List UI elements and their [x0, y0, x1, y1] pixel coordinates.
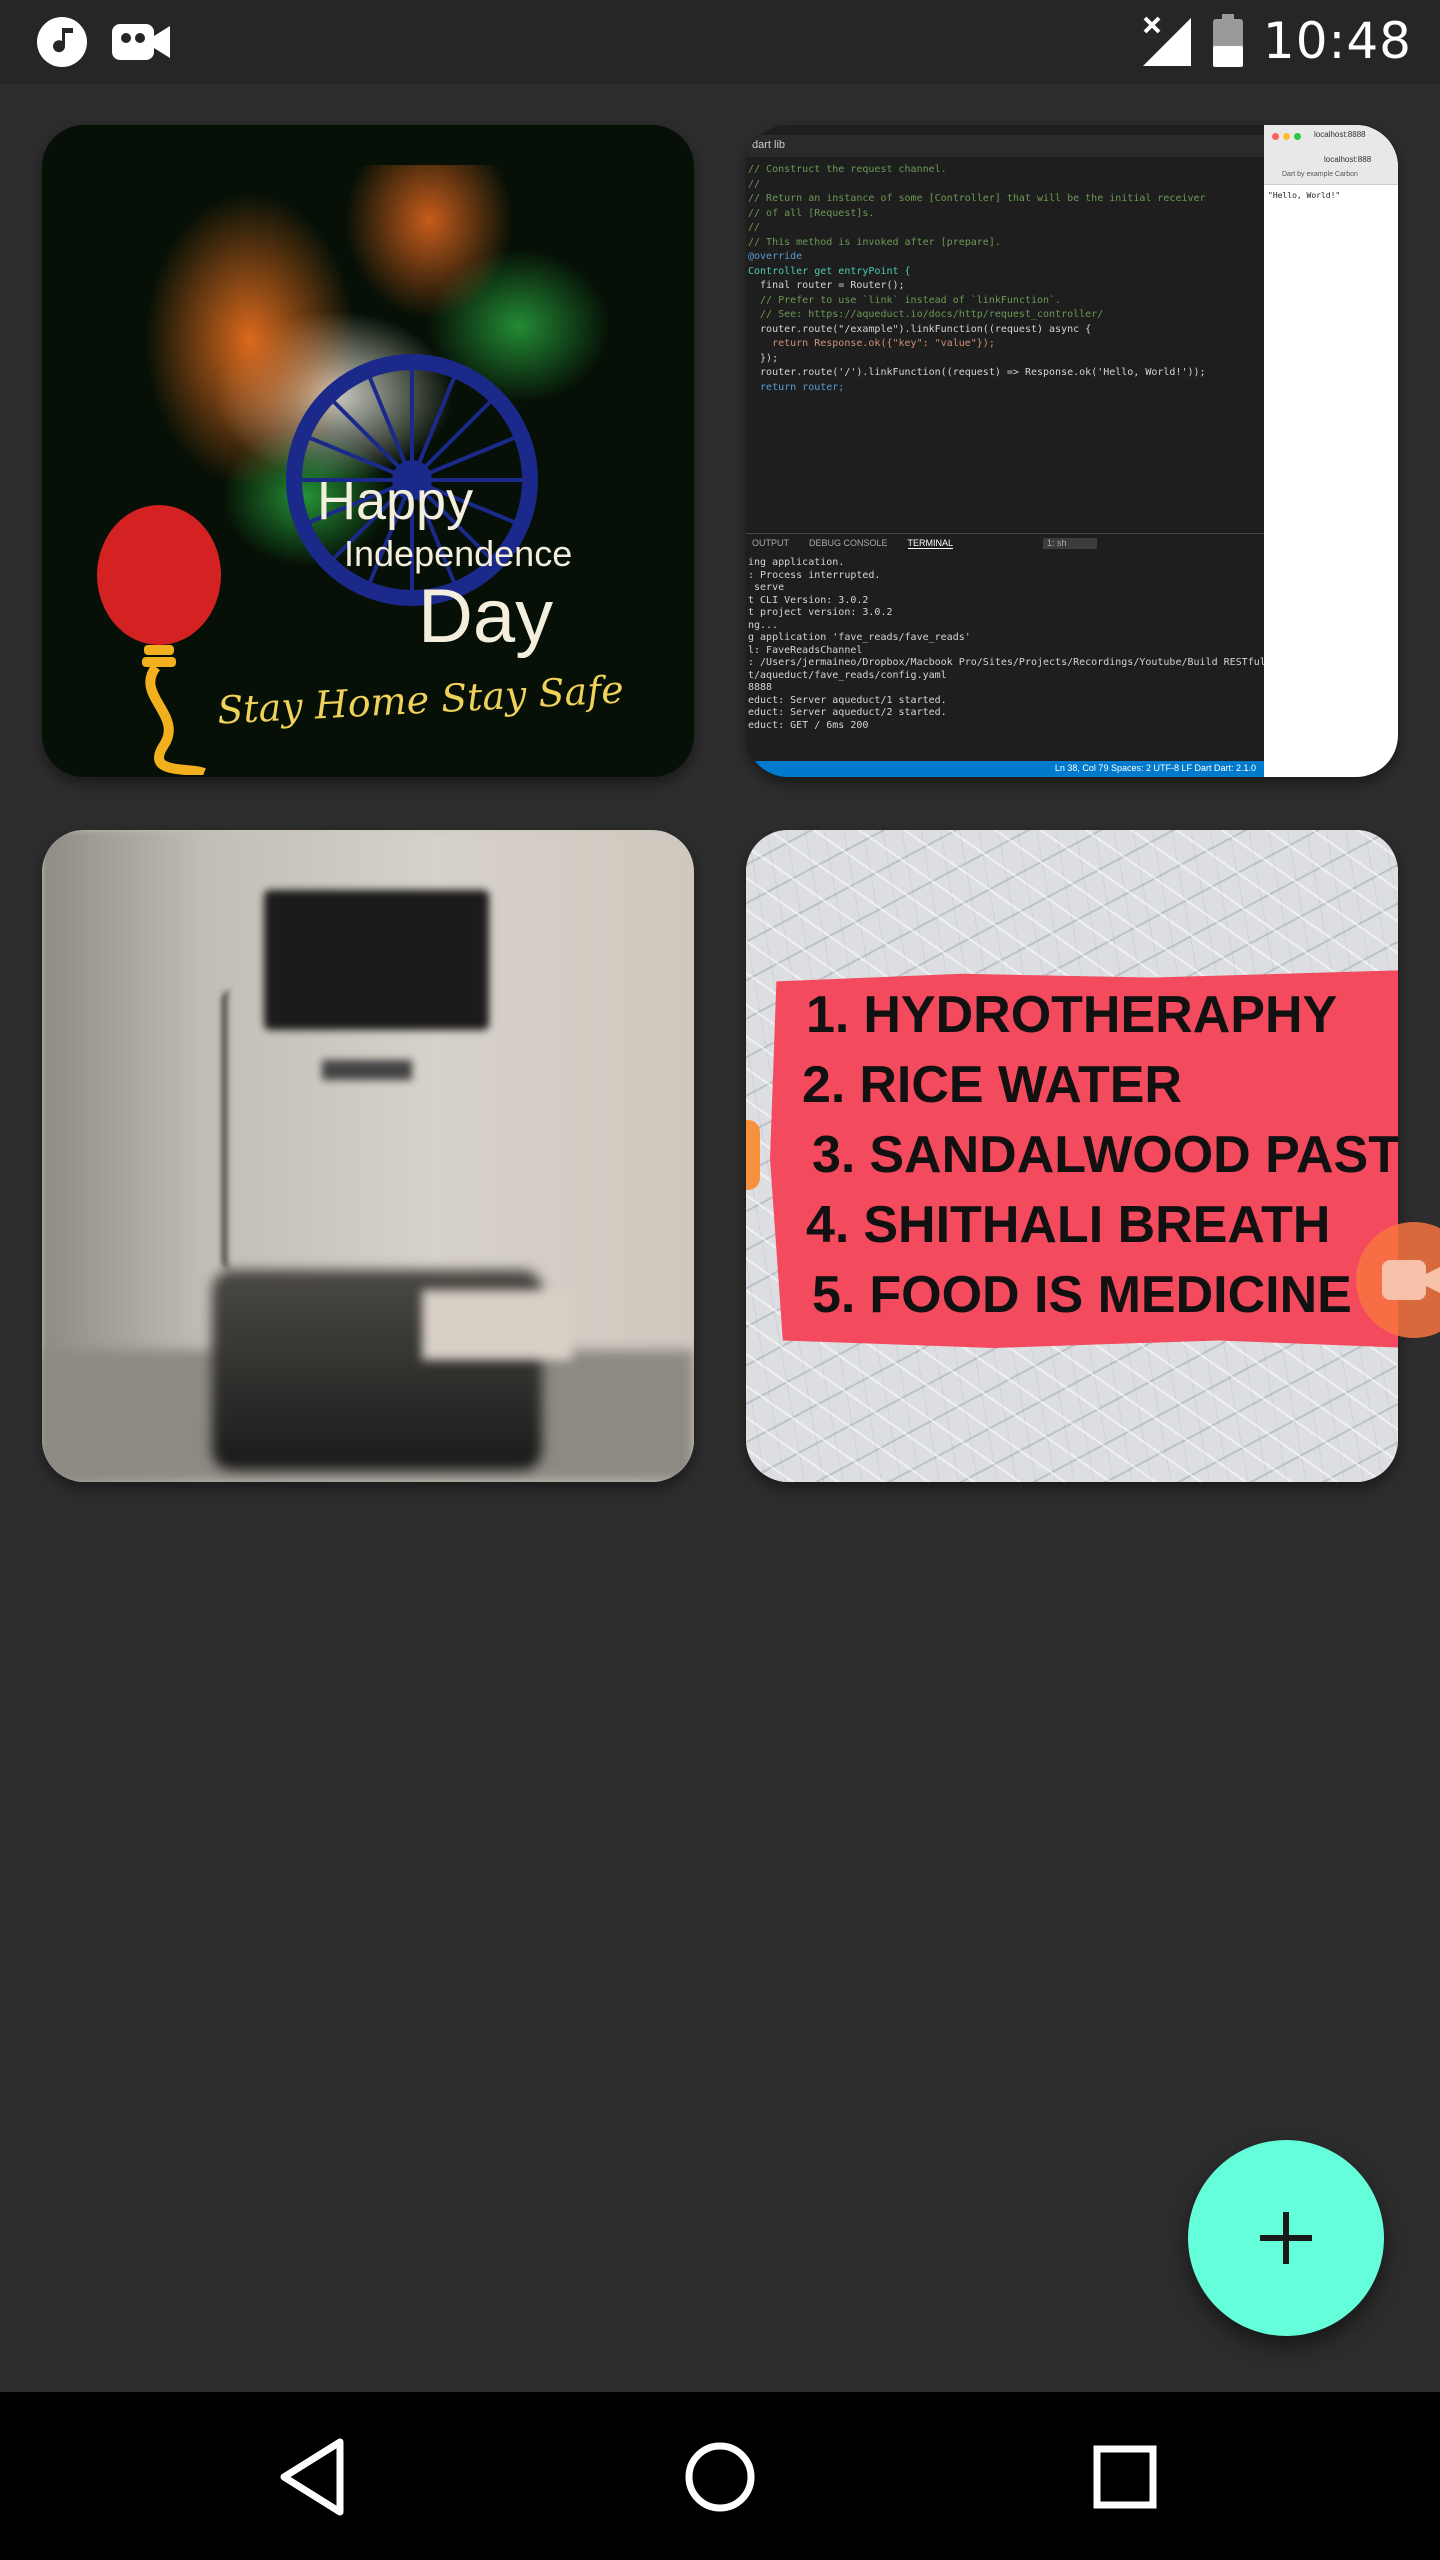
editor-window: dart lib // Construct the request channe…	[746, 135, 1278, 777]
terminal-line: educt: Server aqueduct/1 started.	[748, 694, 947, 706]
balloon-icon	[97, 505, 221, 775]
photo-cloth	[422, 1290, 572, 1360]
browser-tab: localhost:8888	[1314, 130, 1366, 139]
video-camera-icon	[1382, 1260, 1440, 1300]
terminal-line: : Process interrupted.	[748, 569, 881, 581]
clock: 10:48	[1262, 12, 1412, 70]
browser-url: localhost:888	[1324, 155, 1372, 164]
browser-content: "Hello, World!"	[1268, 191, 1341, 200]
explorer-title: dart lib	[746, 135, 1264, 157]
code-line: // This method is invoked after [prepare…	[748, 236, 1001, 248]
stay-home-text: Stay Home Stay Safe	[216, 667, 625, 733]
add-fab-button[interactable]	[1188, 2140, 1384, 2336]
plus-icon	[1260, 2212, 1312, 2264]
terminal-select: 1: sh	[1043, 538, 1097, 549]
terminal-line: l: FaveReadsChannel	[748, 644, 863, 656]
code-line: @override	[748, 251, 803, 262]
code-line: // Return an instance of some [Controlle…	[748, 193, 1206, 204]
card-code-editor[interactable]: dart lib // Construct the request channe…	[746, 125, 1398, 777]
card-blurry-room-photo[interactable]	[42, 830, 694, 1482]
list-item: 3. SANDALWOOD PASTE	[812, 1126, 1398, 1184]
terminal-line: t CLI Version: 3.0.2	[748, 594, 869, 606]
code-line: return Response.ok({"key": "value"});	[748, 338, 995, 349]
orange-accent	[746, 1120, 760, 1190]
code-line: // of all [Request]s.	[748, 207, 875, 219]
no-signal-icon	[1142, 16, 1191, 66]
terminal-line: t/aqueduct/fave_reads/config.yaml	[748, 669, 947, 681]
home-icon[interactable]	[675, 2432, 765, 2522]
music-note-icon	[37, 17, 87, 67]
back-icon[interactable]	[270, 2432, 360, 2522]
tab-debug-console: DEBUG CONSOLE	[809, 538, 888, 548]
code-line: //	[748, 222, 761, 233]
code-area: // Construct the request channel. // // Re…	[746, 157, 1264, 401]
terminal-line: ng...	[748, 619, 779, 631]
code-line: final router = Router();	[748, 280, 905, 291]
code-line: router.route('/').linkFunction((request)…	[748, 367, 1206, 378]
video-camera-icon	[112, 24, 170, 60]
recents-icon[interactable]	[1080, 2432, 1170, 2522]
list-item: 1. HYDROTHERAPHY	[806, 986, 1338, 1044]
photo-shelf	[322, 1060, 412, 1080]
editor-status-bar: Ln 38, Col 79 Spaces: 2 UTF-8 LF Dart Da…	[746, 761, 1264, 777]
browser-bookmarks: Dart by example Carbon	[1282, 171, 1358, 178]
greeting-day: Day	[418, 574, 554, 659]
list-item: 4. SHITHALI BREATH	[806, 1196, 1331, 1254]
window-controls	[1272, 133, 1301, 140]
photo-tv	[264, 890, 489, 1030]
greeting-happy: Happy	[317, 471, 474, 531]
code-line: return router;	[748, 381, 845, 393]
card-remedies-list[interactable]: 1. HYDROTHERAPHY 2. RICE WATER 3. SANDALWOO…	[746, 830, 1398, 1482]
browser-toolbar: localhost:8888 localhost:888 Dart by exa…	[1264, 125, 1398, 185]
list-item: 5. FOOD IS MEDICINE	[812, 1266, 1352, 1324]
code-line: Controller get entryPoint {	[748, 265, 911, 277]
code-line: });	[748, 352, 779, 364]
terminal-line: ing application.	[748, 557, 845, 568]
browser-window: localhost:8888 localhost:888 Dart by exa…	[1264, 125, 1398, 777]
code-line: // Prefer to use `link` instead of `link…	[748, 294, 1062, 306]
terminal-line: : /Users/jermaineo/Dropbox/Macbook Pro/S…	[748, 657, 1278, 668]
terminal-line: 8888	[748, 682, 773, 693]
code-line: //	[748, 178, 761, 190]
terminal-line: t project version: 3.0.2	[748, 607, 893, 618]
list-item: 2. RICE WATER	[802, 1056, 1182, 1114]
greeting-independence: Independence	[344, 533, 573, 574]
navigation-bar	[0, 2392, 1440, 2560]
terminal-tabs: OUTPUT DEBUG CONSOLE TERMINAL 1: sh	[746, 533, 1264, 553]
terminal-line: educt: GET / 6ms 200	[748, 719, 869, 731]
battery-icon	[1212, 14, 1243, 67]
terminal-line: serve	[748, 582, 785, 593]
tab-output: OUTPUT	[752, 538, 789, 548]
code-line: router.route("/example").linkFunction((r…	[748, 323, 1092, 335]
photo-wire	[222, 990, 242, 1270]
tab-terminal: TERMINAL	[907, 538, 954, 549]
code-line: // See: https://aqueduct.io/docs/http/re…	[748, 309, 1104, 320]
terminal-line: educt: Server aqueduct/2 started.	[748, 707, 947, 718]
status-bar: 10:48	[0, 0, 1440, 84]
code-line: // Construct the request channel.	[748, 164, 947, 175]
terminal-line: g application 'fave_reads/fave_reads'	[748, 632, 971, 643]
card-independence-day[interactable]: Happy Independence Day Stay Home Stay Sa…	[42, 125, 694, 777]
terminal-output: ing application.: Process interrupted. s…	[746, 557, 1280, 732]
remedies-list: 1. HYDROTHERAPHY 2. RICE WATER 3. SANDALWOO…	[802, 980, 1398, 1330]
